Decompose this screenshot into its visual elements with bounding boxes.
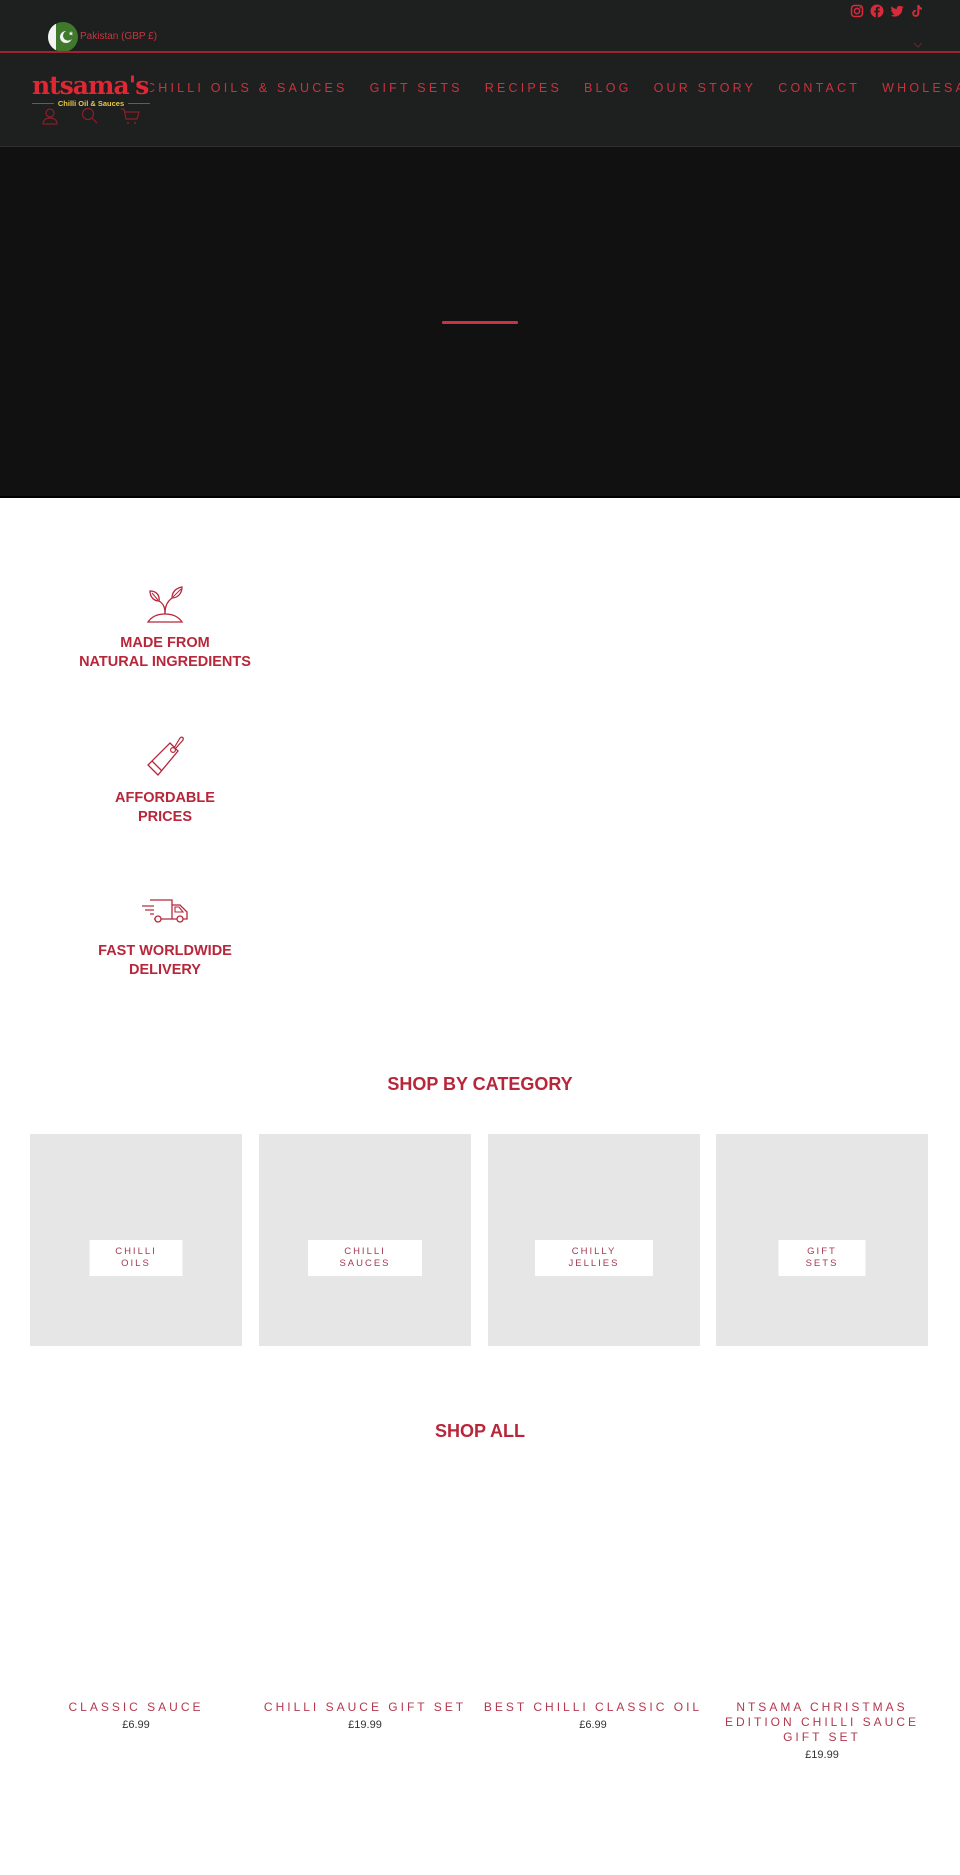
site-logo[interactable]: ntsama's Chilli Oil & Sauces bbox=[32, 71, 150, 108]
pakistan-flag-icon[interactable] bbox=[48, 22, 78, 52]
category-card-gift-sets[interactable]: GIFT SETS bbox=[716, 1134, 928, 1346]
cart-icon[interactable] bbox=[120, 107, 140, 125]
social-links bbox=[850, 4, 924, 18]
product-name[interactable]: BEST CHILLI CLASSIC OIL bbox=[483, 1700, 703, 1715]
nav-item-gift-sets[interactable]: GIFT SETS bbox=[370, 81, 463, 95]
category-card-chilli-oils[interactable]: CHILLI OILS bbox=[30, 1134, 242, 1346]
category-label[interactable]: CHILLI OILS bbox=[89, 1240, 183, 1276]
product-card[interactable]: CHILLI SAUCE GIFT SET £19.99 bbox=[255, 1700, 475, 1731]
search-icon[interactable] bbox=[80, 107, 100, 125]
product-name[interactable]: NTSAMA CHRISTMAS EDITION CHILLI SAUCE GI… bbox=[722, 1700, 922, 1745]
chevron-down-icon[interactable] bbox=[913, 36, 923, 48]
main-nav: CHILLI OILS & SAUCES GIFT SETS RECIPES B… bbox=[146, 81, 960, 95]
nav-item-our-story[interactable]: OUR STORY bbox=[654, 81, 757, 95]
shop-by-category-heading: SHOP BY CATEGORY bbox=[387, 1074, 573, 1094]
twitter-icon[interactable] bbox=[890, 4, 904, 18]
category-card-chilly-jellies[interactable]: CHILLY JELLIES bbox=[488, 1134, 700, 1346]
hero-loading-bar bbox=[442, 321, 518, 324]
product-price: £19.99 bbox=[348, 1719, 382, 1731]
feature-title: AFFORDABLE PRICES bbox=[115, 790, 215, 825]
delivery-truck-icon bbox=[142, 899, 188, 923]
product-card[interactable]: CLASSIC SAUCE £6.99 bbox=[26, 1700, 246, 1731]
nav-item-contact[interactable]: CONTACT bbox=[778, 81, 860, 95]
header-icons bbox=[40, 107, 140, 125]
feature-natural-ingredients: MADE FROM NATURAL INGREDIENTS bbox=[45, 582, 285, 671]
account-icon[interactable] bbox=[40, 107, 60, 125]
category-label[interactable]: CHILLI SAUCES bbox=[308, 1240, 422, 1276]
instagram-icon[interactable] bbox=[850, 4, 864, 18]
plant-icon bbox=[146, 586, 184, 623]
tiktok-icon[interactable] bbox=[910, 4, 924, 18]
shop-all-heading: SHOP ALL bbox=[434, 1421, 525, 1441]
product-name[interactable]: CLASSIC SAUCE bbox=[26, 1700, 246, 1715]
category-label[interactable]: CHILLY JELLIES bbox=[535, 1240, 653, 1276]
product-card[interactable]: NTSAMA CHRISTMAS EDITION CHILLI SAUCE GI… bbox=[722, 1700, 922, 1761]
product-price: £6.99 bbox=[122, 1719, 150, 1731]
feature-fast-delivery: FAST WORLDWIDE DELIVERY bbox=[45, 898, 285, 979]
category-label[interactable]: GIFT SETS bbox=[778, 1240, 866, 1276]
announcement-bar: Pakistan (GBP £) bbox=[0, 0, 960, 53]
hero-banner bbox=[0, 147, 960, 498]
product-price: £19.99 bbox=[805, 1749, 839, 1761]
logo-wordmark: ntsama's bbox=[32, 71, 149, 100]
product-price: £6.99 bbox=[579, 1719, 607, 1731]
feature-affordable-prices: AFFORDABLE PRICES bbox=[45, 735, 285, 826]
nav-item-recipes[interactable]: RECIPES bbox=[485, 81, 562, 95]
nav-item-chilli-oils-sauces[interactable]: CHILLI OILS & SAUCES bbox=[146, 81, 348, 95]
price-tag-icon bbox=[147, 736, 184, 776]
nav-item-blog[interactable]: BLOG bbox=[584, 81, 632, 95]
product-name[interactable]: CHILLI SAUCE GIFT SET bbox=[255, 1700, 475, 1715]
facebook-icon[interactable] bbox=[870, 4, 884, 18]
country-currency-selector[interactable]: Pakistan (GBP £) bbox=[80, 31, 157, 42]
feature-title: FAST WORLDWIDE DELIVERY bbox=[98, 943, 232, 978]
nav-item-wholesale[interactable]: WHOLESALE bbox=[882, 81, 960, 95]
site-header: CHILLI OILS & SAUCES GIFT SETS RECIPES B… bbox=[0, 53, 960, 147]
feature-title: MADE FROM NATURAL INGREDIENTS bbox=[79, 635, 251, 670]
category-card-chilli-sauces[interactable]: CHILLI SAUCES bbox=[259, 1134, 471, 1346]
product-card[interactable]: BEST CHILLI CLASSIC OIL £6.99 bbox=[483, 1700, 703, 1731]
